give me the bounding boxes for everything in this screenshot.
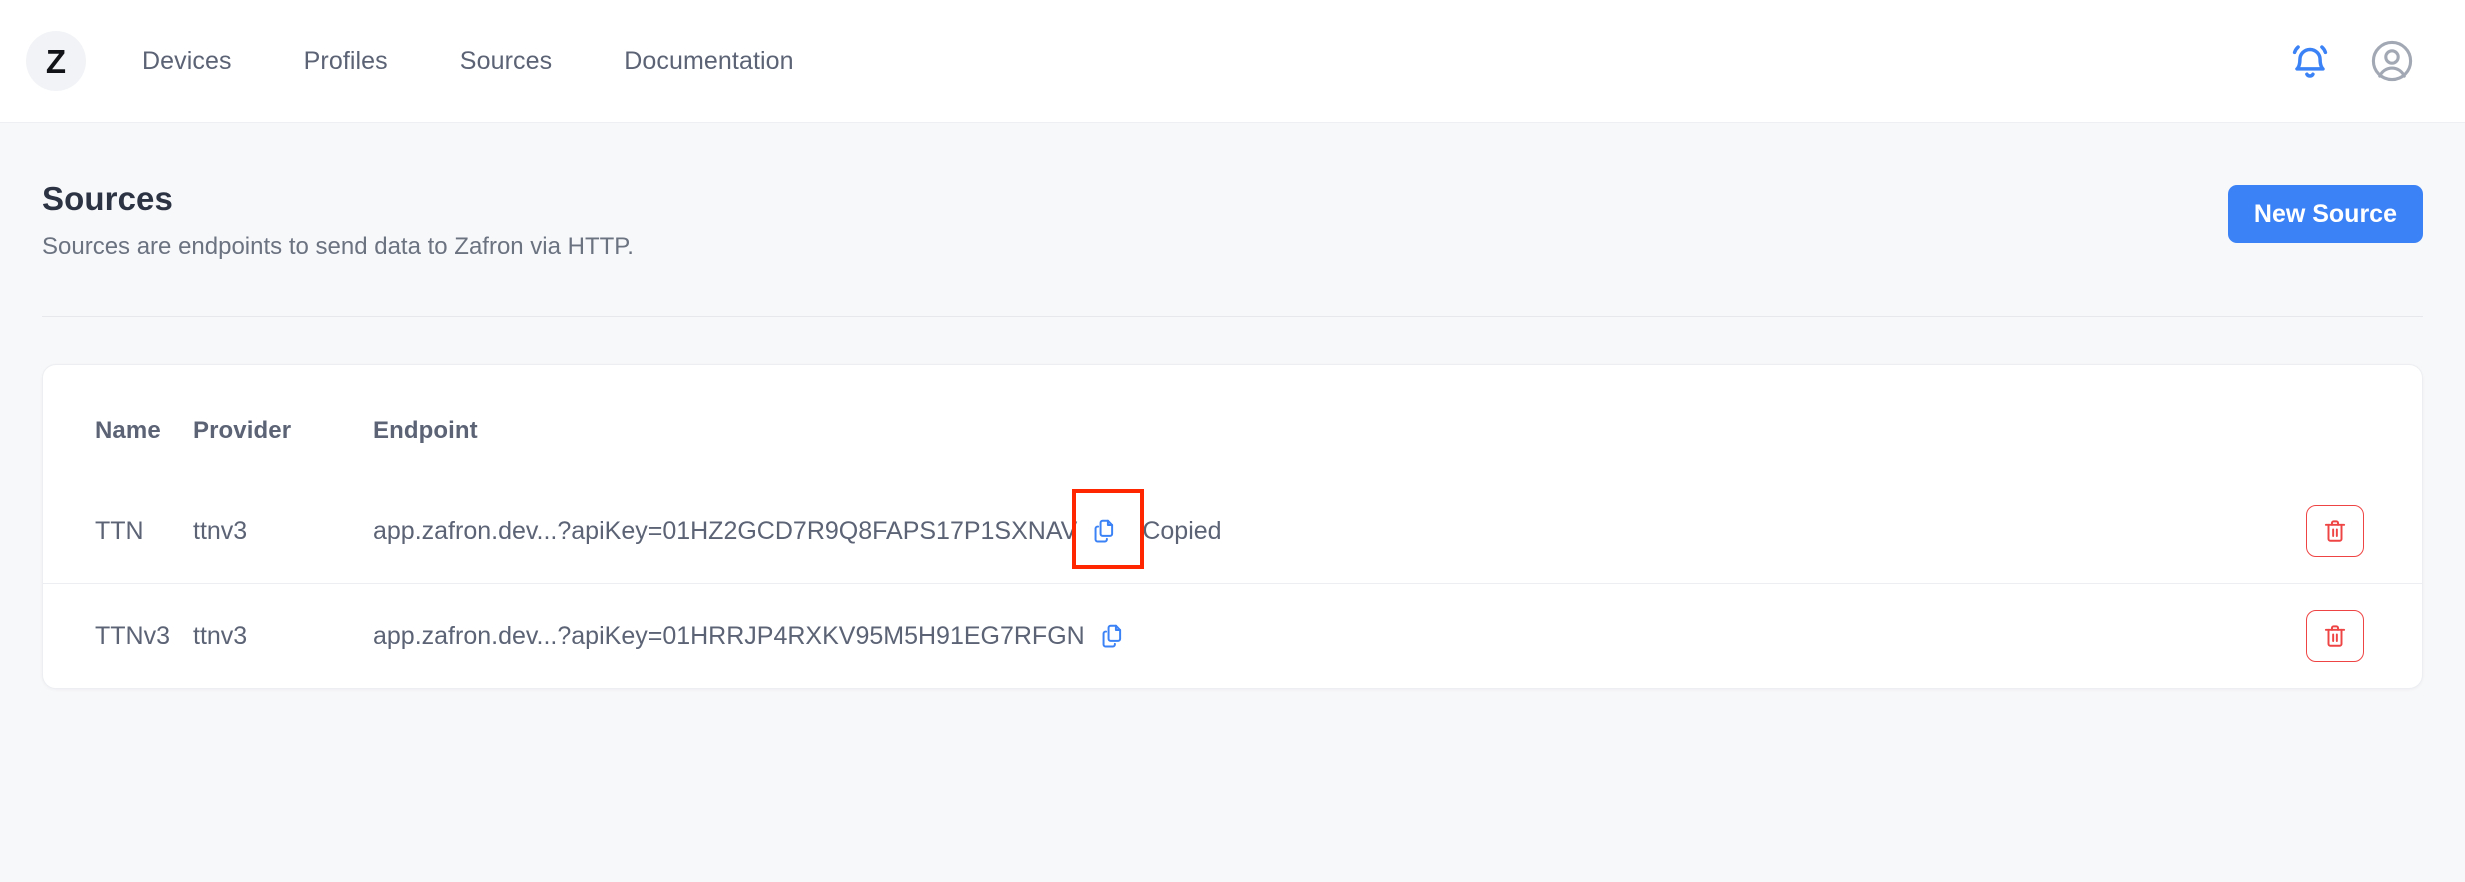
column-header-actions [2182,365,2422,479]
cell-provider: ttnv3 [193,516,248,545]
bell-icon [2292,45,2328,78]
top-navigation-bar: Z Devices Profiles Sources Documentation [0,0,2465,123]
user-avatar-icon [2371,40,2413,82]
cell-actions [2182,583,2422,689]
account-button[interactable] [2359,28,2425,94]
table-header-row: Name Provider Endpoint [43,365,2422,479]
notifications-button[interactable] [2277,28,2343,94]
copy-icon [1094,519,1114,543]
logo-letter: Z [45,42,67,80]
nav-item-documentation[interactable]: Documentation [588,47,829,76]
copy-icon [1102,624,1121,648]
endpoint-wrapper: app.zafron.dev...?apiKey=01HZ2GCD7R9Q8FA… [373,489,2182,570]
table-header: Name Provider Endpoint [43,365,2422,479]
cell-name: TTN [95,516,144,545]
trash-icon [2324,625,2346,647]
page-body: Sources Sources are endpoints to send da… [0,123,2465,690]
page-title: Sources [42,180,173,217]
column-header-name: Name [95,417,161,445]
table-body: TTN ttnv3 app.zafron.dev...?apiKey=01HZ2… [43,479,2422,689]
cell-provider: ttnv3 [193,583,373,689]
sources-card: Name Provider Endpoint TTN ttnv3 app.zaf… [42,364,2423,690]
nav-item-sources[interactable]: Sources [424,47,588,76]
sources-table: Name Provider Endpoint TTN ttnv3 app.zaf… [43,365,2422,689]
table-row: TTNv3 ttnv3 app.zafron.dev...?apiKey=01H… [43,583,2422,689]
table-row: TTN ttnv3 app.zafron.dev...?apiKey=01HZ2… [43,479,2422,584]
cell-endpoint: app.zafron.dev...?apiKey=01HZ2GCD7R9Q8FA… [373,479,2182,584]
endpoint-wrapper: app.zafron.dev...?apiKey=01HRRJP4RXKV95M… [373,616,2182,656]
header-divider [42,316,2423,318]
delete-source-button[interactable] [2306,610,2364,663]
column-header-endpoint: Endpoint [373,417,478,445]
cell-endpoint: app.zafron.dev...?apiKey=01HRRJP4RXKV95M… [373,583,2182,689]
page-header-text: Sources Sources are endpoints to send da… [42,180,2228,262]
zafron-logo[interactable]: Z [26,31,86,91]
row-actions [2182,505,2422,558]
nav-item-devices[interactable]: Devices [122,47,268,76]
page-header: Sources Sources are endpoints to send da… [42,123,2423,262]
column-header-provider: Provider [193,417,292,445]
page-subtitle: Sources are endpoints to send data to Za… [42,233,634,261]
endpoint-text: app.zafron.dev...?apiKey=01HZ2GCD7R9Q8FA… [373,516,1078,545]
row-actions [2182,610,2422,663]
new-source-button[interactable]: New Source [2227,185,2423,243]
endpoint-text: app.zafron.dev...?apiKey=01HRRJP4RXKV95M… [373,621,1085,650]
trash-icon [2324,520,2346,542]
copy-endpoint-button[interactable] [1093,616,1133,656]
copied-status-label: Copied [1142,516,1222,545]
cell-name: TTNv3 [43,583,193,689]
cell-actions [2182,479,2422,584]
copy-endpoint-button[interactable] [1072,489,1145,570]
nav-item-profiles[interactable]: Profiles [268,47,424,76]
delete-source-button[interactable] [2306,505,2364,558]
main-nav: Devices Profiles Sources Documentation [122,47,830,76]
